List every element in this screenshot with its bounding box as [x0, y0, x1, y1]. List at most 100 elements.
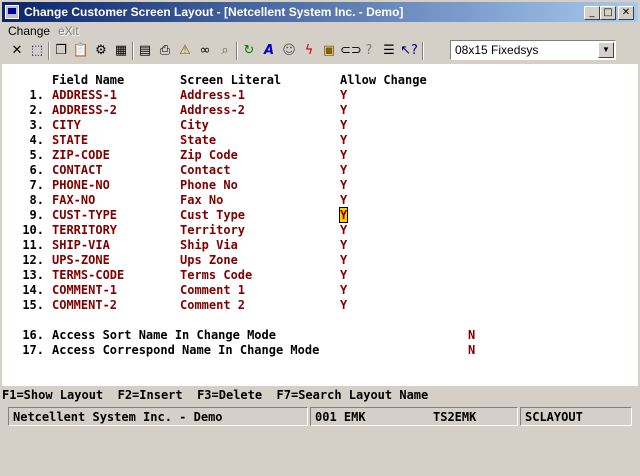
row-number: 12. [22, 253, 44, 267]
allow-change-field[interactable]: Y [340, 148, 347, 162]
font-icon[interactable]: A [260, 42, 278, 60]
calculator-icon[interactable]: ▣ [320, 42, 338, 60]
screen-literal-field[interactable]: Terms Code [180, 268, 252, 282]
select-icon[interactable]: ⬚ [28, 42, 46, 60]
header-allow-change: Allow Change [340, 73, 427, 87]
option-label: Access Correspond Name In Change Mode [52, 343, 320, 357]
allow-change-field[interactable]: Y [340, 133, 347, 147]
allow-change-field[interactable]: Y [340, 163, 347, 177]
user-icon[interactable]: ☺ [280, 42, 298, 60]
allow-change-field[interactable]: Y [338, 207, 349, 223]
screen-literal-field[interactable]: Ups Zone [180, 253, 238, 267]
context-help-icon[interactable]: ↖? [400, 42, 418, 60]
screen-literal-field[interactable]: Comment 2 [180, 298, 245, 312]
copy-icon[interactable]: ❐ [52, 42, 70, 60]
lightning-icon[interactable]: ϟ [300, 42, 318, 60]
allow-change-field[interactable]: Y [340, 223, 347, 237]
row-number: 15. [22, 298, 44, 312]
app-icon[interactable] [5, 5, 19, 19]
allow-change-field[interactable]: Y [340, 298, 347, 312]
allow-change-field[interactable]: Y [340, 253, 347, 267]
settings-icon[interactable]: ⚙ [92, 42, 110, 60]
cancel-icon[interactable]: ✕ [8, 42, 26, 60]
close-button[interactable]: ✕ [618, 6, 634, 20]
function-key-bar: F1=Show Layout F2=Insert F3=Delete F7=Se… [2, 388, 429, 402]
menu-change[interactable]: Change [8, 24, 50, 38]
list-icon[interactable]: ☰ [380, 42, 398, 60]
terminal-screen: Field Name Screen Literal Allow Change 1… [2, 64, 638, 386]
font-select[interactable]: 08x15 Fixedsys ▼ [450, 40, 616, 60]
row-number: 13. [22, 268, 44, 282]
field-name: TERRITORY [52, 223, 118, 237]
allow-change-field[interactable]: Y [340, 283, 347, 297]
screen-literal-field[interactable]: State [180, 133, 216, 147]
status-terminal: TS2EMK [433, 410, 477, 424]
chevron-down-icon[interactable]: ▼ [598, 42, 614, 58]
screen-literal-field[interactable]: Zip Code [180, 148, 238, 162]
row-number: 4. [29, 133, 44, 147]
allow-change-field[interactable]: Y [340, 118, 347, 132]
status-company-panel: Netcellent System Inc. - Demo [8, 407, 308, 426]
field-name: ZIP-CODE [52, 148, 110, 162]
allow-change-field[interactable]: Y [340, 103, 347, 117]
screen-literal-field[interactable]: Ship Via [180, 238, 238, 252]
row-number: 5. [29, 148, 44, 162]
menu-bar: Change eXit [2, 23, 638, 39]
screen-literal-field[interactable]: Address-2 [180, 103, 245, 117]
allow-change-field[interactable]: Y [340, 193, 347, 207]
toolbar-separator [48, 42, 50, 60]
allow-change-field[interactable]: Y [340, 238, 347, 252]
row-number: 1. [29, 88, 44, 102]
allow-change-field[interactable]: Y [340, 268, 347, 282]
field-name: ADDRESS-1 [52, 88, 118, 102]
option-value-field[interactable]: N [468, 328, 475, 342]
find-icon[interactable]: ⌕ [216, 42, 234, 60]
field-name: UPS-ZONE [52, 253, 110, 267]
screen-literal-field[interactable]: Comment 1 [180, 283, 245, 297]
row-number: 14. [22, 283, 44, 297]
screen-literal-field[interactable]: Cust Type [180, 208, 245, 222]
link-icon[interactable]: ⊂⊃ [340, 42, 362, 60]
allow-change-field[interactable]: Y [340, 178, 347, 192]
field-name: ADDRESS-2 [52, 103, 118, 117]
screen-literal-field[interactable]: Address-1 [180, 88, 245, 102]
help-icon[interactable]: ? [360, 42, 378, 60]
print-icon[interactable]: ⎙ [156, 42, 174, 60]
option-label: Access Sort Name In Change Mode [52, 328, 276, 342]
row-number: 10. [22, 223, 44, 237]
row-number: 8. [29, 193, 44, 207]
screen-literal-field[interactable]: Territory [180, 223, 245, 237]
screen-literal-field[interactable]: Phone No [180, 178, 238, 192]
field-name: TERMS-CODE [52, 268, 125, 282]
title-bar[interactable]: Change Customer Screen Layout - [Netcell… [2, 2, 638, 22]
font-select-value: 08x15 Fixedsys [455, 43, 539, 57]
toolbar-separator [236, 42, 238, 60]
field-name: COMMENT-1 [52, 283, 118, 297]
menu-exit[interactable]: eXit [58, 24, 79, 38]
option-value-field[interactable]: N [468, 343, 475, 357]
paste-icon[interactable]: 📋 [72, 42, 90, 60]
allow-change-field[interactable]: Y [340, 88, 347, 102]
toolbar-separator [132, 42, 134, 60]
binoculars-icon[interactable]: ∞ [196, 42, 214, 60]
field-name: SHIP-VIA [52, 238, 110, 252]
status-company: Netcellent System Inc. - Demo [13, 410, 223, 424]
refresh-icon[interactable]: ↻ [240, 42, 258, 60]
header-field-name: Field Name [52, 73, 125, 87]
row-number: 3. [29, 118, 44, 132]
row-number: 6. [29, 163, 44, 177]
option-number: 17. [22, 343, 44, 357]
screen-literal-field[interactable]: Fax No [180, 193, 223, 207]
minimize-button[interactable]: _ [584, 6, 600, 20]
screen-literal-field[interactable]: Contact [180, 163, 231, 177]
screen-literal-field[interactable]: City [180, 118, 209, 132]
configure-icon[interactable]: ▦ [112, 42, 130, 60]
status-user: 001 EMK [315, 410, 366, 424]
toolbar-separator [422, 42, 424, 60]
maximize-button[interactable]: □ [600, 6, 616, 20]
field-name: CITY [52, 118, 81, 132]
status-program: SCLAYOUT [525, 410, 583, 424]
alert-icon[interactable]: ⚠ [176, 42, 194, 60]
status-bar: Netcellent System Inc. - Demo 001 EMK TS… [2, 406, 638, 428]
notes-icon[interactable]: ▤ [136, 42, 154, 60]
